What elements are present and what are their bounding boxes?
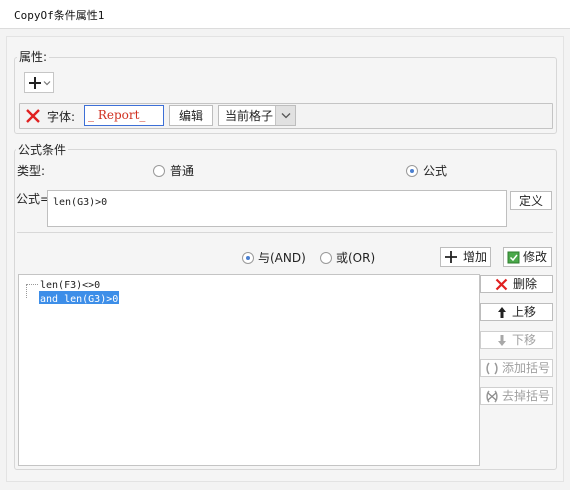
scope-select[interactable]: 当前格子 [218, 105, 296, 126]
modify-icon [507, 251, 520, 263]
window-title: CopyOf条件属性1 [14, 9, 105, 22]
add-condition-label: 增加 [463, 250, 488, 264]
add-parenthesis-label: 添加括号 [502, 361, 551, 375]
move-up-button[interactable]: 上移 [480, 303, 553, 321]
font-preview[interactable]: _ Report_ [84, 105, 164, 126]
condition-item-text: and len(G3)>0 [40, 294, 119, 305]
type-radio-normal[interactable] [153, 165, 165, 177]
plus-icon [29, 76, 41, 89]
logic-option-and-label[interactable]: 与(AND) [258, 249, 306, 266]
define-button-label: 定义 [518, 193, 543, 208]
logic-radio-or[interactable] [320, 252, 332, 264]
move-down-button[interactable]: 下移 [480, 331, 553, 349]
type-option-formula-label[interactable]: 公式 [423, 162, 447, 179]
arrow-up-icon [498, 306, 506, 318]
type-radio-formula[interactable] [406, 165, 418, 177]
type-option-normal-label[interactable]: 普通 [170, 162, 194, 179]
edit-button-label: 编辑 [178, 108, 203, 123]
remove-parenthesis-label: 去掉括号 [502, 389, 551, 403]
move-down-label: 下移 [512, 333, 537, 347]
chevron-down-icon [281, 113, 290, 119]
formula-input-value: len(G3)>0 [53, 197, 108, 208]
remove-parenthesis-button[interactable]: 去掉括号 [480, 387, 553, 405]
title-bar: CopyOf条件属性1 [0, 0, 570, 29]
properties-group-label: 属性: [17, 48, 50, 65]
delete-condition-label: 删除 [513, 277, 538, 291]
formula-group-label: 公式条件 [16, 141, 69, 158]
logic-option-or-label[interactable]: 或(OR) [336, 249, 375, 266]
type-label: 类型: [17, 164, 46, 178]
modify-condition-button[interactable]: 修改 [503, 247, 552, 267]
add-condition-button[interactable]: 增加 [440, 247, 491, 267]
edit-button[interactable]: 编辑 [169, 105, 213, 126]
add-parenthesis-button[interactable]: 添加括号 [480, 359, 553, 377]
delete-condition-button[interactable]: 删除 [480, 275, 553, 293]
parenthesis-icon [486, 362, 498, 374]
delete-icon [495, 278, 508, 290]
formula-label: 公式= [16, 192, 51, 206]
dropdown-arrow-icon [43, 80, 51, 85]
delete-property-icon[interactable] [25, 108, 41, 124]
condition-item-text: len(F3)<>0 [40, 280, 101, 291]
remove-parenthesis-icon [486, 390, 498, 402]
tree-guide-line [26, 284, 27, 298]
font-preview-text: _ Report_ [88, 108, 146, 122]
add-property-button[interactable] [24, 72, 54, 93]
section-divider [17, 232, 553, 233]
arrow-down-icon [498, 334, 506, 346]
logic-radio-and[interactable] [242, 252, 254, 264]
scope-select-value: 当前格子 [225, 108, 274, 123]
font-label: 字体: [47, 110, 76, 124]
formula-input[interactable]: len(G3)>0 [47, 190, 507, 227]
tree-guide-branch [26, 284, 38, 285]
scope-dropdown-button[interactable] [275, 106, 295, 125]
define-button[interactable]: 定义 [510, 191, 552, 210]
condition-item-selected[interactable]: and len(G3)>0 [39, 291, 120, 305]
modify-condition-label: 修改 [523, 250, 548, 264]
plus-icon [445, 251, 457, 263]
condition-item[interactable]: len(F3)<>0 [39, 277, 101, 291]
move-up-label: 上移 [512, 305, 537, 319]
condition-list[interactable]: len(F3)<>0 and len(G3)>0 [18, 274, 480, 466]
